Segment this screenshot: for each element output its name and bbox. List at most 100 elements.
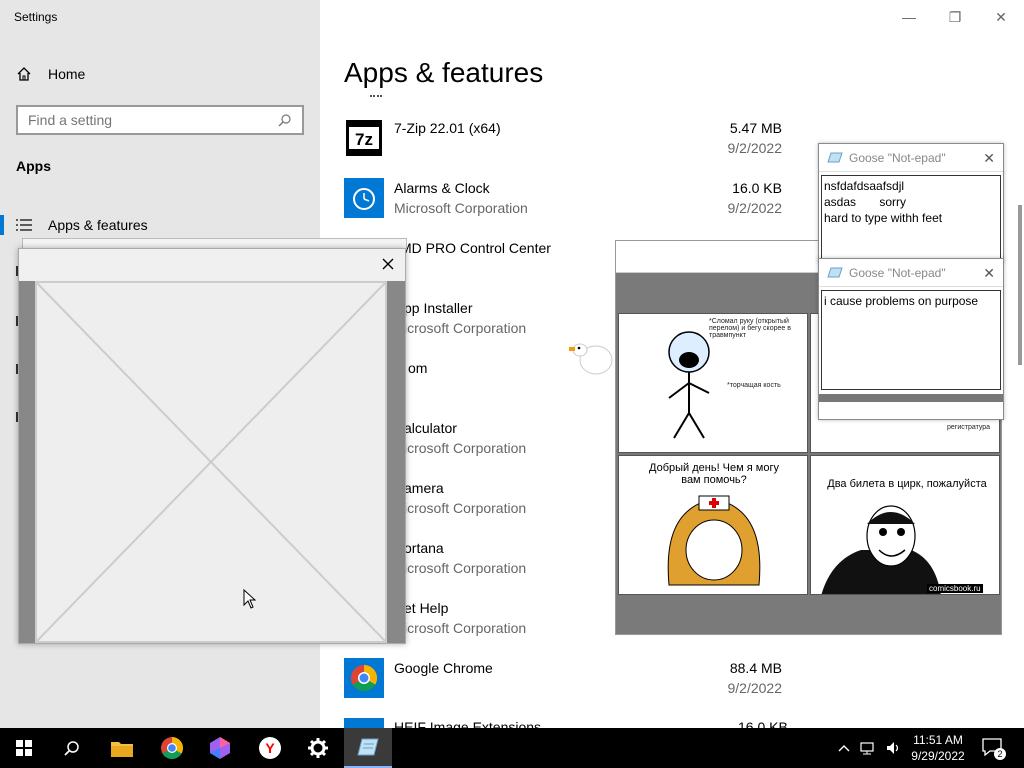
- home-nav-item[interactable]: Home: [16, 64, 85, 84]
- app-install-date: 9/2/2022: [727, 140, 783, 156]
- taskbar-yandex[interactable]: Y: [246, 728, 294, 768]
- app-size: 5.47 MB: [729, 120, 782, 136]
- comic-caption: регистратура: [947, 424, 991, 431]
- search-icon: [278, 114, 291, 127]
- app-publisher: Microsoft Corporation: [394, 200, 528, 216]
- svg-text:Y: Y: [265, 740, 275, 756]
- notepad-window[interactable]: Goose "Not-epad" ✕ i cause problems on p…: [818, 258, 1004, 420]
- taskbar-chrome[interactable]: [148, 728, 196, 768]
- svg-text:7z: 7z: [355, 130, 373, 149]
- close-icon[interactable]: ✕: [983, 150, 995, 167]
- app-name: om: [408, 360, 428, 376]
- app-name: pp Installer: [404, 300, 473, 316]
- app-name: Alarms & Clock: [394, 180, 490, 196]
- notepad-title: Goose "Not-epad": [849, 265, 946, 280]
- app-name: HEIF Image Extensions: [394, 719, 542, 728]
- section-heading-apps: Apps: [16, 158, 51, 174]
- comic-panel: Два билета в цирк, пожалуйста comicsbook…: [810, 455, 1000, 595]
- home-icon: [17, 67, 31, 81]
- app-name: 7-Zip 22.01 (x64): [394, 120, 501, 136]
- yandex-browser-icon: Y: [259, 737, 281, 759]
- gem-app-icon: [210, 737, 230, 759]
- settings-search-box[interactable]: [16, 105, 304, 135]
- taskbar: Y 11:51 AM 9/29/2022 2: [0, 728, 1024, 768]
- app-list-item[interactable]: 7z 7-Zip 22.01 (x64) 5.47 MB 9/2/2022: [344, 118, 784, 168]
- network-icon[interactable]: [860, 741, 876, 755]
- notepad-titlebar: Goose "Not-epad" ✕: [819, 144, 1003, 172]
- close-icon[interactable]: [379, 255, 397, 273]
- window-title: Settings: [14, 10, 58, 24]
- comic-panel: *Сломал руку (открытый перелом) и бегу с…: [618, 313, 808, 453]
- comic-character: [667, 495, 761, 586]
- taskbar-app-gem[interactable]: [196, 728, 244, 768]
- comic-caption: *Сломал руку (открытый перелом) и бегу с…: [709, 318, 791, 339]
- image-placeholder: [35, 281, 387, 643]
- minimize-button[interactable]: —: [898, 6, 920, 28]
- chrome-icon: [344, 658, 384, 698]
- taskbar-settings[interactable]: [294, 728, 342, 768]
- app-list-item[interactable]: Alarms & Clock Microsoft Corporation 16.…: [344, 178, 784, 228]
- notepad-icon: [827, 152, 843, 162]
- search-icon: [64, 741, 79, 756]
- notepad-icon: [357, 738, 379, 756]
- app-publisher: icrosoft Corporation: [404, 320, 527, 336]
- system-tray: [838, 728, 902, 768]
- comic-caption: *торчащая кость: [727, 382, 781, 389]
- maximize-button[interactable]: ❐: [944, 6, 966, 28]
- notification-badge: 2: [994, 748, 1006, 760]
- page-title: Apps & features: [344, 57, 544, 88]
- close-button[interactable]: ✕: [990, 6, 1012, 28]
- mouse-cursor-icon: [243, 589, 257, 609]
- app-publisher: icrosoft Corporation: [404, 620, 527, 636]
- close-icon[interactable]: ✕: [983, 265, 995, 282]
- clock-time: 11:51 AM: [913, 733, 963, 747]
- home-label: Home: [48, 66, 86, 82]
- taskbar-file-explorer[interactable]: [98, 728, 146, 768]
- app-size: 88.4 MB: [729, 660, 782, 676]
- comic-watermark: comicsbook.ru: [927, 584, 983, 593]
- windows-icon: [16, 740, 32, 756]
- app-name: alculator: [404, 420, 457, 436]
- app-name: MD PRO Control Center: [400, 240, 551, 256]
- app-install-date: 9/2/2022: [727, 200, 783, 216]
- app-name: Google Chrome: [394, 660, 493, 676]
- scrollbar[interactable]: [1018, 205, 1022, 365]
- action-center-button[interactable]: 2: [982, 738, 1006, 760]
- chevron-up-icon[interactable]: [838, 744, 850, 752]
- app-list-item[interactable]: Google Chrome 88.4 MB 9/2/2022: [344, 658, 784, 708]
- image-viewport: [19, 281, 405, 643]
- list-icon: [16, 219, 32, 231]
- scroll-indicator: [370, 95, 382, 99]
- image-area: [35, 281, 387, 643]
- sidebar-item-apps-features[interactable]: Apps & features: [0, 215, 148, 235]
- app-size: 16.0 KB: [732, 180, 782, 196]
- app-publisher: icrosoft Corporation: [404, 500, 527, 516]
- comic-panel: Добрый день! Чем я могу вам помочь?: [618, 455, 808, 595]
- comic-character: [668, 331, 710, 439]
- folder-icon: [111, 742, 133, 757]
- sidebar-item-label: Apps & features: [48, 217, 148, 233]
- app-publisher: icrosoft Corporation: [404, 560, 527, 576]
- notepad-text-area[interactable]: i cause problems on purpose: [821, 290, 1001, 390]
- app-name: ortana: [404, 540, 444, 556]
- gear-icon: [308, 738, 328, 758]
- search-input[interactable]: [28, 112, 278, 128]
- taskbar-clock[interactable]: 11:51 AM 9/29/2022: [900, 732, 976, 764]
- start-button[interactable]: [0, 728, 48, 768]
- meme-image-window[interactable]: [18, 248, 406, 644]
- comic-caption: Два билета в цирк, пожалуйста: [827, 478, 987, 490]
- alarms-clock-icon: [344, 178, 384, 218]
- clock-date: 9/29/2022: [911, 749, 965, 763]
- notepad-bottom-bar: [819, 394, 1003, 402]
- taskbar-notepad[interactable]: [344, 728, 392, 768]
- taskbar-search-button[interactable]: [48, 728, 96, 768]
- goose-icon[interactable]: [566, 330, 616, 380]
- chrome-icon: [161, 737, 183, 759]
- app-name: amera: [404, 480, 444, 496]
- notepad-icon: [827, 267, 843, 277]
- notepad-window[interactable]: Goose "Not-epad" ✕ nsfdafdsaafsdjl asdas…: [818, 143, 1004, 263]
- heif-icon: [344, 718, 384, 728]
- notepad-titlebar: Goose "Not-epad" ✕: [819, 259, 1003, 287]
- comic-character: [821, 505, 941, 594]
- notepad-text-area[interactable]: nsfdafdsaafsdjl asdas sorry hard to type…: [821, 175, 1001, 259]
